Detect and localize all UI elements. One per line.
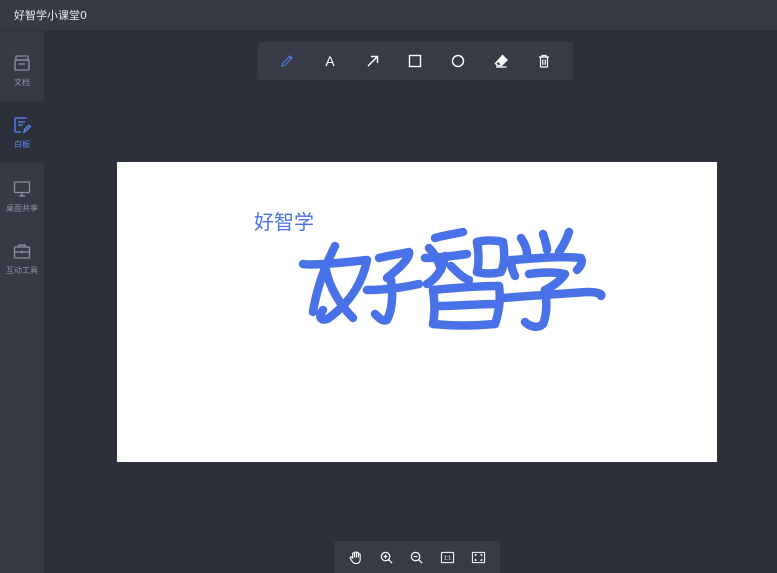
- toolbox-icon: [13, 243, 31, 259]
- pan-button[interactable]: [344, 546, 366, 568]
- circle-icon: [451, 54, 465, 68]
- handwriting-strokes: [298, 227, 606, 331]
- clear-tool-button[interactable]: [531, 48, 557, 74]
- text-tool-button[interactable]: A: [317, 48, 343, 74]
- sidebar-item-whiteboard[interactable]: 白板: [0, 101, 44, 163]
- sidebar-item-label: 白板: [14, 139, 30, 149]
- arrow-tool-button[interactable]: [360, 48, 386, 74]
- drawing-toolbar: A: [258, 42, 573, 80]
- rectangle-tool-button[interactable]: [402, 48, 428, 74]
- zoom-in-button[interactable]: [375, 546, 397, 568]
- sidebar-item-documents[interactable]: 文档: [0, 39, 44, 101]
- whiteboard-canvas[interactable]: 好智学: [117, 162, 717, 462]
- sidebar-item-label: 桌面共享: [6, 203, 38, 213]
- actual-size-icon: 1:1: [441, 551, 455, 563]
- archive-icon: [14, 54, 30, 71]
- sidebar-item-interactive-tools[interactable]: 互动工具: [0, 227, 44, 289]
- text-icon: A: [325, 53, 335, 69]
- zoom-in-icon: [380, 551, 393, 564]
- zoom-out-icon: [411, 551, 424, 564]
- zoom-toolbar: 1:1: [334, 541, 500, 573]
- eraser-tool-button[interactable]: [488, 48, 514, 74]
- title-bar: 好智学小课堂0: [0, 0, 777, 30]
- whiteboard-icon: [14, 116, 32, 133]
- sidebar-item-label: 文档: [14, 77, 30, 87]
- trash-icon: [538, 54, 549, 68]
- eraser-icon: [494, 54, 508, 68]
- actual-size-button[interactable]: 1:1: [437, 546, 459, 568]
- app-title: 好智学小课堂0: [14, 9, 87, 22]
- fit-screen-button[interactable]: [468, 546, 490, 568]
- monitor-icon: [13, 180, 31, 197]
- arrow-icon: [367, 55, 378, 67]
- fit-screen-icon: [471, 551, 486, 563]
- pencil-tool-button[interactable]: [274, 48, 300, 74]
- hand-icon: [349, 550, 361, 564]
- sidebar: 文档 白板 桌面共享 互动工具: [0, 31, 44, 573]
- actual-size-label: 1:1: [444, 555, 451, 561]
- zoom-out-button[interactable]: [406, 546, 428, 568]
- rectangle-icon: [409, 54, 422, 68]
- pencil-icon: [281, 55, 294, 67]
- circle-tool-button[interactable]: [445, 48, 471, 74]
- sidebar-item-screen-share[interactable]: 桌面共享: [0, 165, 44, 227]
- sidebar-item-label: 互动工具: [6, 265, 38, 275]
